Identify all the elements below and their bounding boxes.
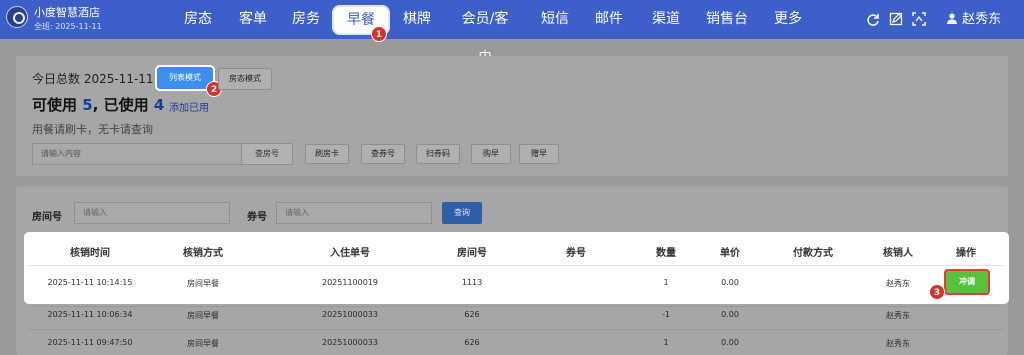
user-name: 赵秀东 [962, 12, 1002, 27]
col-room-number: 房间号 [457, 248, 487, 259]
available-count: 5 [82, 96, 93, 114]
refresh-icon[interactable] [866, 12, 880, 26]
add-used-link[interactable]: 添加已用 [169, 99, 209, 114]
col-voucher: 券号 [566, 248, 586, 259]
today-total-title: 今日总数 2025-11-11i [32, 70, 165, 87]
header-divider [28, 265, 1004, 266]
room-mode-button[interactable]: 房态模式 [218, 68, 272, 90]
nav-email[interactable]: 邮件 [594, 0, 624, 39]
gift-breakfast-button[interactable]: 赠早 [519, 144, 559, 164]
col-verify-method: 核销方式 [183, 248, 223, 259]
step-badge-3: 3 [929, 284, 945, 300]
row-divider [28, 306, 1004, 307]
nav-guest-orders[interactable]: 客单 [238, 0, 268, 39]
shift-date: 全班: 2025-11-11 [34, 22, 102, 31]
step-badge-1: 1 [371, 26, 387, 42]
nav-members[interactable]: 会员/客史 [455, 0, 515, 66]
user-menu[interactable]: 赵秀东 [946, 0, 1001, 39]
top-navbar: 小度智慧酒店 全班: 2025-11-11 房态 客单 房务 早餐 棋牌 会员/… [0, 0, 1024, 66]
nav-more[interactable]: 更多 [773, 0, 803, 39]
scan-icon[interactable] [912, 12, 926, 26]
usage-stats: 可使用 5, 已使用 4 [32, 96, 165, 114]
user-icon [947, 13, 957, 24]
content-search-input[interactable]: 请输入内容 [32, 143, 242, 165]
nav-sales-desk[interactable]: 销售台 [704, 0, 750, 39]
nav-room-status[interactable]: 房态 [182, 0, 214, 39]
col-verify-time: 核销时间 [70, 248, 110, 259]
swipe-card-button[interactable]: 刷房卡 [305, 144, 349, 164]
col-payment-method: 付款方式 [793, 248, 833, 259]
records-table [24, 232, 1009, 304]
nav-housekeeping[interactable]: 房务 [290, 0, 322, 39]
voucher-input[interactable]: 请输入 [276, 202, 432, 224]
col-verifier: 核销人 [883, 248, 913, 259]
room-number-label: 房间号 [32, 212, 62, 223]
scan-voucher-button[interactable]: 扫券码 [416, 144, 460, 164]
voucher-label: 券号 [247, 212, 267, 223]
hotel-name: 小度智慧酒店 [34, 6, 100, 19]
col-unit-price: 单价 [720, 248, 740, 259]
reverse-button[interactable]: 冲调 [946, 271, 988, 293]
col-checkin-order: 入住单号 [330, 248, 370, 259]
col-actions: 操作 [956, 248, 976, 259]
query-room-button[interactable]: 查房号 [241, 143, 293, 165]
nav-chess[interactable]: 棋牌 [402, 0, 432, 39]
hotel-logo-icon [6, 6, 28, 28]
nav-sms[interactable]: 短信 [540, 0, 570, 39]
query-voucher-button[interactable]: 查券号 [361, 144, 405, 164]
row-divider [28, 329, 1004, 330]
room-number-input[interactable]: 请输入 [74, 202, 230, 224]
buy-breakfast-button[interactable]: 购早 [471, 144, 511, 164]
col-quantity: 数量 [656, 248, 676, 259]
usage-hint: 用餐请刷卡，无卡请查询 [32, 123, 153, 136]
edit-icon[interactable] [889, 12, 903, 26]
nav-channels[interactable]: 渠道 [650, 0, 682, 39]
search-button[interactable]: 查询 [442, 202, 482, 224]
used-count: 4 [153, 96, 165, 114]
list-mode-button[interactable]: 列表模式 [157, 67, 213, 89]
